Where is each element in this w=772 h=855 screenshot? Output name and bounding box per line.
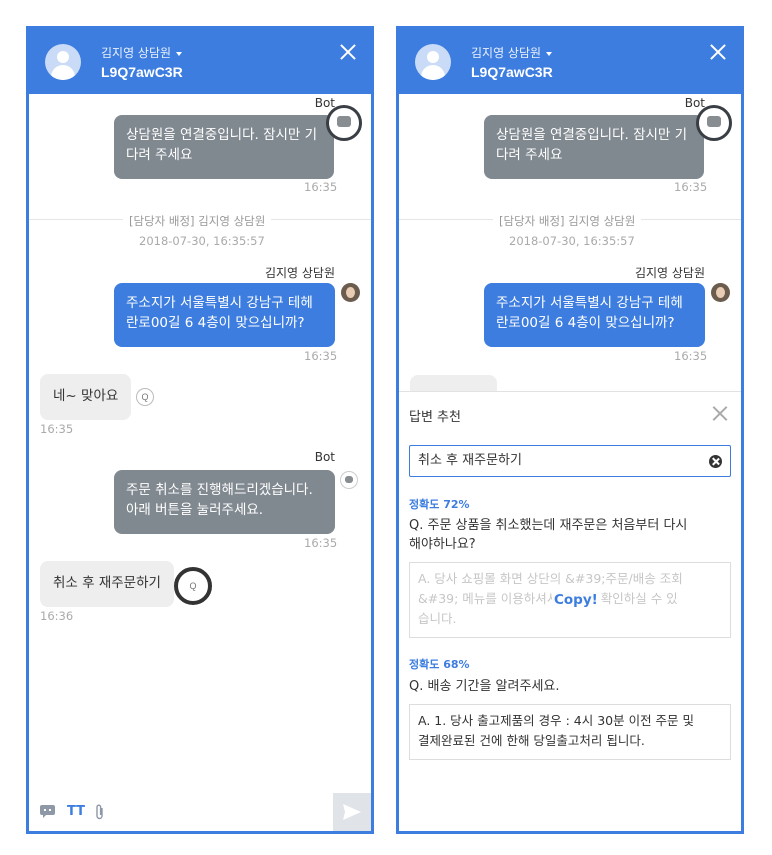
recommend-question: Q. 주문 상품을 취소했는데 재주문은 처음부터 다시 해야하나요? <box>409 516 687 554</box>
close-icon[interactable] <box>339 43 357 61</box>
timestamp: 16:35 <box>304 180 338 194</box>
system-timestamp: 2018-07-30, 16:35:57 <box>509 234 635 248</box>
bot-sender: Bot <box>314 450 335 464</box>
chat-window-right: 김지영 상담원 L9Q7awC3R Bot 상담원을 연결중입니다. 잠시만 기… <box>396 26 744 834</box>
timestamp: 16:36 <box>40 609 74 623</box>
bot-message: 상담원을 연결중입니다. 잠시만 기 다려 주세요 <box>484 115 704 179</box>
send-icon <box>343 804 361 820</box>
msg-line: 주소지가 서울특별시 강남구 테헤 <box>126 295 313 311</box>
chat-code: L9Q7awC3R <box>471 64 553 80</box>
text-format-icon[interactable]: TT <box>67 804 85 819</box>
chat-icon[interactable] <box>40 805 55 822</box>
agent-selector[interactable]: 김지영 상담원 <box>101 44 183 61</box>
recommend-answer[interactable]: A. 1. 당사 출고제품의 경우 : 4시 30분 이전 주문 및 결제완료된… <box>409 704 731 760</box>
agent-selector[interactable]: 김지영 상담원 <box>471 44 553 61</box>
a-line: A. 당사 쇼핑몰 화면 상단의 &#39;주문/배송 조회 <box>418 571 683 586</box>
chat-code: L9Q7awC3R <box>101 64 183 80</box>
bot-icon <box>340 471 358 489</box>
faq-search-button[interactable]: Q <box>136 388 154 406</box>
q-line: 해야하나요? <box>409 537 476 552</box>
agent-message: 주소지가 서울특별시 강남구 테헤 란로00길 6 4층이 맞으십니까? <box>114 283 335 347</box>
user-message: 네~ 맞아요 <box>40 374 132 420</box>
chat-window-left: 김지영 상담원 L9Q7awC3R Bot 상담원을 연결중입니다. 잠시만 기… <box>26 26 374 834</box>
a-line: 습니다. <box>418 611 457 626</box>
bot-sender: Bot <box>684 96 705 110</box>
msg-line: 상담원을 연결중입니다. 잠시만 기 <box>126 127 318 143</box>
recommend-title: 답변 추천 <box>409 410 461 425</box>
chevron-down-icon <box>176 51 183 56</box>
system-timestamp: 2018-07-30, 16:35:57 <box>139 234 265 248</box>
timestamp: 16:35 <box>40 422 74 436</box>
msg-line: 란로00길 6 4층이 맞으십니까? <box>496 315 675 331</box>
accuracy-label: 정확도 72% <box>409 498 470 511</box>
accuracy-label: 정확도 68% <box>409 658 470 671</box>
msg-line: 상담원을 연결중입니다. 잠시만 기 <box>496 127 688 143</box>
q-line: Q. 배송 기간을 알려주세요. <box>409 679 560 694</box>
paperclip-icon[interactable] <box>95 804 105 824</box>
q-line: Q. 주문 상품을 취소했는데 재주문은 처음부터 다시 <box>409 518 688 533</box>
timestamp: 16:35 <box>674 180 708 194</box>
agent-name: 김지영 상담원 <box>471 46 542 60</box>
close-icon[interactable] <box>709 43 727 61</box>
bot-sender: Bot <box>314 96 335 110</box>
timestamp: 16:35 <box>674 349 708 363</box>
clear-icon[interactable] <box>709 455 722 468</box>
recommend-answer[interactable]: A. 당사 쇼핑몰 화면 상단의 &#39;주문/배송 조회 &#39; 메뉴를… <box>409 562 731 638</box>
faq-search-button-active[interactable]: Q <box>174 567 212 605</box>
answer-recommend-panel: 답변 추천 취소 후 재주문하기 정확도 72% Q. 주문 상품을 취소했는데… <box>399 391 741 811</box>
bot-message: 주문 취소를 진행해드리겠습니다. 아래 버튼을 눌러주세요. <box>114 470 335 534</box>
chat-header: 김지영 상담원 L9Q7awC3R <box>399 29 741 94</box>
chevron-down-icon <box>546 51 553 56</box>
system-message: [담당자 배정] 김지영 상담원 <box>493 213 642 229</box>
bot-icon <box>326 105 362 141</box>
agent-sender: 김지영 상담원 <box>634 266 705 280</box>
timestamp: 16:35 <box>304 536 338 550</box>
bot-icon <box>696 105 732 141</box>
user-message: 취소 후 재주문하기 <box>40 561 174 607</box>
msg-line: 란로00길 6 4층이 맞으십니까? <box>126 315 305 331</box>
msg-line: 주문 취소를 진행해드리겠습니다. <box>126 482 313 498</box>
agent-avatar <box>341 283 360 302</box>
a-line: 결제완료된 건에 한해 당일출고처리 됩니다. <box>418 733 645 748</box>
chat-header: 김지영 상담원 L9Q7awC3R <box>29 29 371 94</box>
search-value: 취소 후 재주문하기 <box>418 453 522 468</box>
agent-sender: 김지영 상담원 <box>264 266 335 280</box>
msg-line: 주소지가 서울특별시 강남구 테헤 <box>496 295 683 311</box>
msg-line: 다려 주세요 <box>126 147 193 163</box>
agent-message: 주소지가 서울특별시 강남구 테헤 란로00길 6 4층이 맞으십니까? <box>484 283 705 347</box>
bot-message: 상담원을 연결중입니다. 잠시만 기 다려 주세요 <box>114 115 334 179</box>
copy-tooltip: Copy! <box>552 590 600 610</box>
recommend-search-input[interactable]: 취소 후 재주문하기 <box>409 445 731 477</box>
avatar <box>415 44 451 80</box>
send-button[interactable] <box>333 793 371 831</box>
system-message: [담당자 배정] 김지영 상담원 <box>123 213 272 229</box>
msg-line: 아래 버튼을 눌러주세요. <box>126 502 264 518</box>
agent-name: 김지영 상담원 <box>101 46 172 60</box>
avatar <box>45 44 81 80</box>
recommend-question: Q. 배송 기간을 알려주세요. <box>409 677 560 696</box>
a-line: A. 1. 당사 출고제품의 경우 : 4시 30분 이전 주문 및 <box>418 713 695 728</box>
msg-line: 다려 주세요 <box>496 147 563 163</box>
agent-avatar <box>711 283 730 302</box>
timestamp: 16:35 <box>304 349 338 363</box>
close-icon[interactable] <box>712 406 727 421</box>
